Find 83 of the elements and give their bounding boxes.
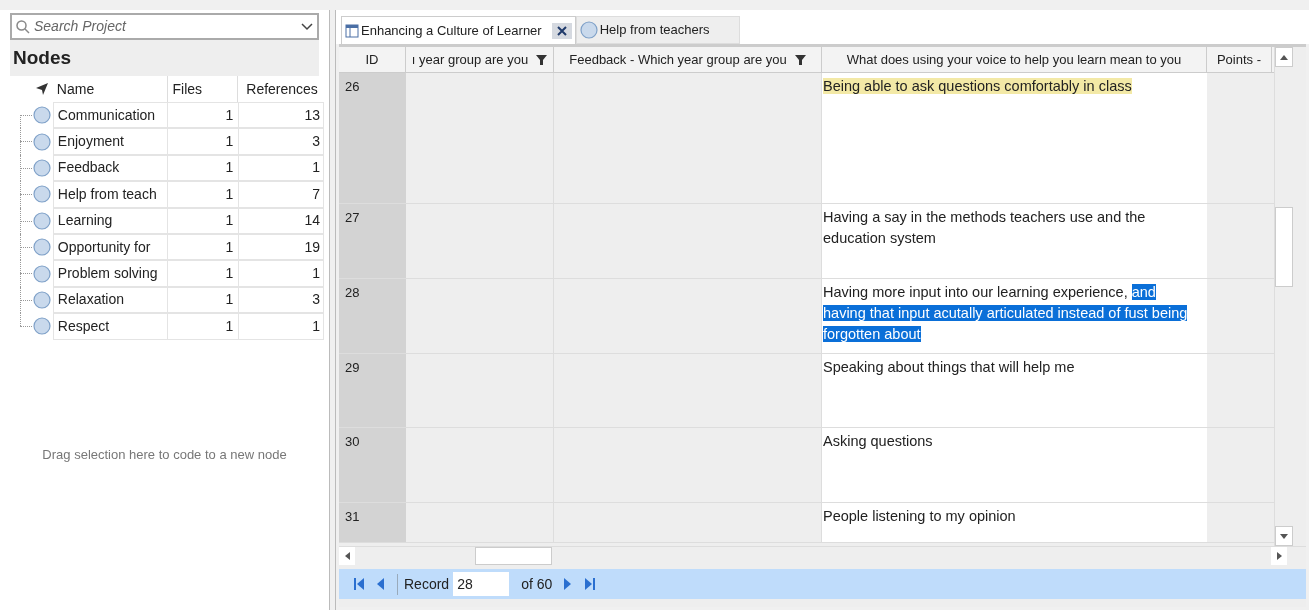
node-name-cell[interactable]: Learning — [52, 207, 169, 234]
references-cell: 13 — [238, 102, 324, 129]
search-field[interactable]: Search Project — [10, 13, 319, 40]
row-id-cell[interactable]: 31 — [339, 503, 406, 542]
close-icon[interactable] — [551, 22, 572, 39]
tab[interactable]: Enhancing a Culture of Learner — [341, 16, 576, 44]
column-header[interactable]: Name — [52, 76, 169, 102]
drop-hint: Drag selection here to code to a new node — [42, 446, 287, 464]
node-name-cell[interactable]: Respect — [52, 313, 169, 340]
first-record-icon[interactable] — [353, 577, 365, 591]
references-cell: 3 — [238, 128, 324, 155]
column-header[interactable]: Points - — [1207, 47, 1272, 72]
search-icon — [16, 19, 30, 34]
node-icon — [33, 317, 52, 336]
column-header[interactable]: Files — [168, 76, 239, 102]
next-record-icon[interactable] — [564, 578, 573, 590]
references-cell: 7 — [238, 181, 324, 208]
column-header[interactable]: References — [238, 76, 324, 102]
answer-cell-text: Speaking about things that will help me — [823, 358, 1076, 377]
files-cell: 1 — [168, 286, 239, 314]
node-name-cell[interactable]: Communication — [52, 102, 169, 129]
node-icon — [33, 290, 52, 309]
column-header[interactable]: What does using your voice to help you learn mean to you — [822, 47, 1207, 72]
node-name-cell[interactable]: Opportunity for — [52, 233, 169, 261]
search-input[interactable]: Search Project — [34, 16, 297, 37]
node-name-cell[interactable]: Feedback — [52, 154, 169, 182]
node-icon — [33, 211, 52, 230]
row-id-cell[interactable]: 27 — [339, 204, 406, 278]
node-icon — [33, 238, 52, 257]
answer-cell-text: Asking questions — [823, 432, 934, 451]
filter-icon[interactable] — [794, 54, 806, 65]
column-header[interactable]: ID — [339, 47, 406, 72]
files-cell: 1 — [168, 260, 239, 287]
scroll-right-icon[interactable] — [1276, 552, 1282, 560]
answer-cell-text: People listening to my opinion — [823, 507, 1017, 526]
files-cell: 1 — [168, 181, 239, 208]
references-cell: 1 — [238, 154, 324, 182]
row-id-cell[interactable]: 29 — [339, 354, 406, 427]
references-cell: 1 — [238, 313, 324, 340]
row-id-cell[interactable]: 30 — [339, 428, 406, 502]
node-name-cell[interactable]: Help from teach — [52, 181, 169, 208]
references-cell: 14 — [238, 207, 324, 234]
files-cell: 1 — [168, 128, 239, 155]
references-cell: 1 — [238, 260, 324, 287]
node-icon — [579, 21, 598, 39]
files-cell: 1 — [168, 233, 239, 261]
previous-record-icon[interactable] — [377, 578, 385, 590]
references-cell: 19 — [238, 233, 324, 261]
node-name-cell[interactable]: Relaxation — [52, 286, 169, 314]
node-name-cell[interactable]: Enjoyment — [52, 128, 169, 155]
last-record-icon[interactable] — [584, 577, 597, 591]
files-cell: 1 — [168, 154, 239, 182]
record-total: of 60 — [521, 574, 553, 594]
record-label: Record — [397, 573, 450, 595]
node-icon — [33, 106, 52, 125]
files-cell: 1 — [168, 102, 239, 129]
scroll-down-icon[interactable] — [1280, 533, 1288, 539]
files-cell: 1 — [168, 207, 239, 234]
answer-cell-text: Having a say in the methods teachers use and the education system — [823, 208, 1147, 248]
files-cell: 1 — [168, 313, 239, 340]
filter-icon[interactable] — [536, 54, 548, 65]
answer-cell-text: Having more input into our learning experience, and having that input acutally articulated instead of fust being forgotten about — [823, 283, 1189, 344]
scroll-left-icon[interactable] — [344, 552, 350, 560]
tab[interactable]: Help from teachers — [575, 16, 740, 44]
node-icon — [33, 264, 52, 283]
panel-title: Nodes — [13, 45, 72, 70]
answer-cell-text: Being able to ask questions comfortably in class — [823, 77, 1133, 96]
node-icon — [33, 185, 52, 204]
vertical-scrollbar[interactable] — [1274, 47, 1293, 546]
scrollbar-thumb[interactable] — [475, 547, 552, 565]
table-icon — [345, 23, 359, 38]
scroll-up-icon[interactable] — [1280, 54, 1288, 60]
row-id-cell[interactable]: 26 — [339, 73, 406, 203]
node-name-cell[interactable]: Problem solving — [52, 260, 169, 287]
node-icon — [33, 158, 52, 177]
scrollbar-thumb[interactable] — [1275, 207, 1293, 287]
column-header[interactable]: Feedback - Which year group are you — [554, 47, 822, 72]
node-icon — [33, 132, 52, 151]
row-id-cell[interactable]: 28 — [339, 279, 406, 353]
chevron-down-icon[interactable] — [301, 22, 313, 31]
record-field[interactable]: 28 — [453, 572, 510, 596]
references-cell: 3 — [238, 286, 324, 314]
column-header[interactable]: ı year group are you — [406, 47, 554, 72]
